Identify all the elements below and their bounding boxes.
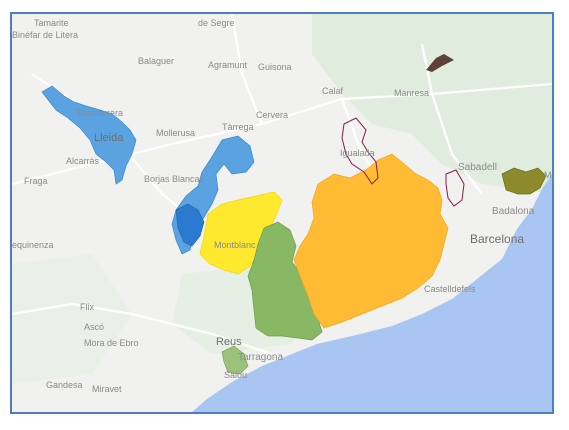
label-barcelona: Barcelona — [470, 232, 525, 246]
label-mequinenza: equinenza — [12, 240, 54, 250]
map-frame[interactable]: Tamarite Binéfar de Litera de Segre Bala… — [10, 12, 554, 414]
label-binefar: Binéfar de Litera — [12, 30, 79, 40]
label-asco: Ascó — [84, 322, 105, 332]
label-manresa: Manresa — [394, 88, 430, 98]
label-balaguer: Balaguer — [138, 56, 175, 66]
label-miravet: Miravet — [92, 384, 122, 394]
label-guisona: Guisona — [258, 62, 292, 72]
label-m: M — [544, 170, 552, 180]
label-alcarras: Alcarràs — [66, 156, 100, 166]
label-castelldefels: Castelldefels — [424, 284, 476, 294]
label-gandesa: Gandesa — [46, 380, 83, 390]
label-cervera: Cervera — [256, 110, 289, 120]
label-borjas: Borjas Blancas — [144, 174, 205, 184]
label-salou: Salou — [224, 370, 248, 380]
label-fraga: Fraga — [24, 176, 48, 186]
label-reus: Reus — [216, 336, 242, 348]
label-igualada: Igualada — [340, 148, 375, 158]
label-sabadell: Sabadell — [458, 162, 497, 173]
label-mora: Mora de Ebro — [84, 338, 139, 348]
label-torrefarrera: Torrefarrera — [76, 108, 124, 118]
label-tarragona: Tarragona — [238, 352, 284, 363]
label-tarrega: Tàrrega — [222, 122, 254, 132]
label-tamarite: Tamarite — [34, 18, 69, 28]
label-badalona: Badalona — [492, 206, 535, 217]
label-montblanc: Montblanc — [214, 240, 256, 250]
label-mollerusa: Mollerusa — [156, 128, 196, 138]
label-agramunt: Agramunt — [208, 60, 248, 70]
label-flix: Flix — [80, 302, 94, 312]
label-segre: de Segre — [198, 18, 235, 28]
label-lleida: Lleida — [94, 132, 124, 144]
label-calaf: Calaf — [322, 86, 344, 96]
